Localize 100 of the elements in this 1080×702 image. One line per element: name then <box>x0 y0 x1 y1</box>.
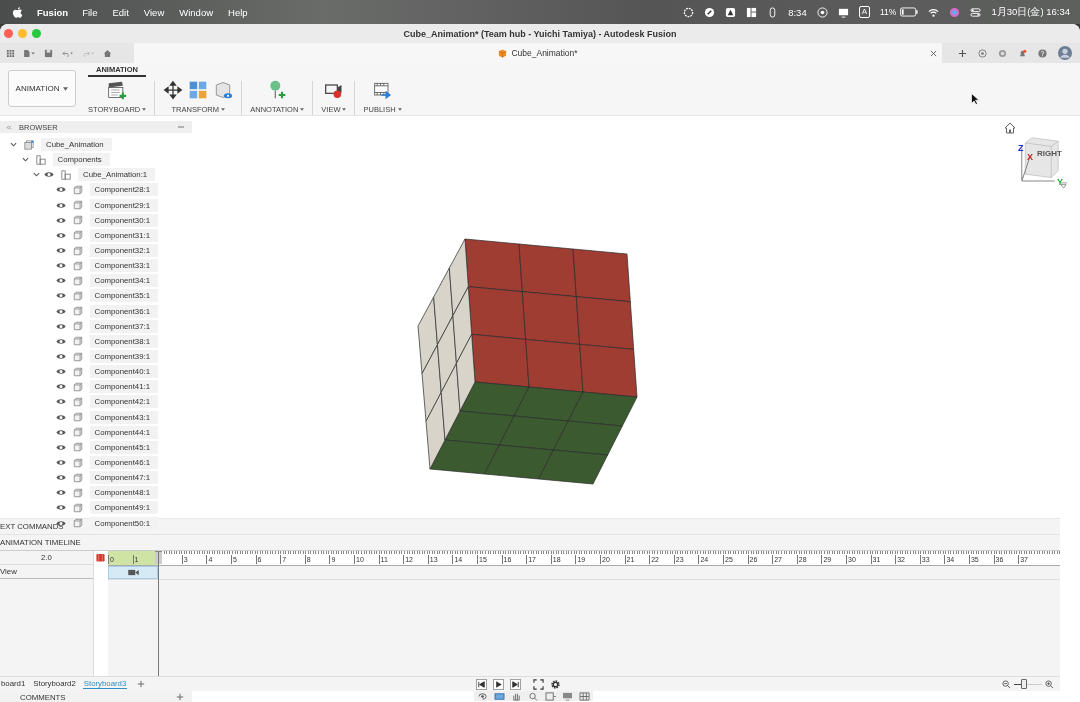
menu-item[interactable]: View <box>143 6 165 18</box>
caret-icon <box>142 108 147 111</box>
component-cube-icon <box>72 290 83 301</box>
eye-icon[interactable] <box>55 247 66 255</box>
eye-icon[interactable] <box>55 489 66 497</box>
help-icon[interactable] <box>1038 48 1047 58</box>
chevron-down-icon[interactable] <box>21 156 29 164</box>
play-icon[interactable] <box>493 678 504 690</box>
eye-icon[interactable] <box>55 459 66 466</box>
eye-icon[interactable] <box>55 368 66 376</box>
home-icon[interactable] <box>103 48 112 58</box>
workspace-dropdown[interactable]: ANIMATION <box>8 70 76 107</box>
eye-icon[interactable] <box>55 307 66 315</box>
file-menu-icon[interactable] <box>23 48 36 58</box>
battery-icon[interactable] <box>900 7 919 17</box>
app-grid-icon[interactable] <box>6 48 15 58</box>
component-cube-icon <box>72 412 83 423</box>
drive-triangle-icon[interactable] <box>725 6 737 18</box>
user-avatar-icon[interactable] <box>1058 46 1072 60</box>
eye-icon[interactable] <box>55 383 66 391</box>
view-cube-face-label[interactable]: RIGHT <box>1037 149 1062 158</box>
wifi-icon[interactable] <box>928 6 940 18</box>
zoom-slider-thumb[interactable] <box>1020 679 1027 689</box>
record-circle-icon[interactable] <box>816 6 828 18</box>
component-cube-icon <box>72 427 83 438</box>
notification-bell-icon[interactable] <box>1018 48 1027 58</box>
zoom-out-icon[interactable] <box>1002 679 1011 689</box>
extensions-icon[interactable] <box>978 48 987 58</box>
eye-icon[interactable] <box>55 292 66 300</box>
fullscreen-icon[interactable] <box>533 678 544 690</box>
add-comment-icon[interactable] <box>176 693 184 701</box>
z-axis-label: Z <box>1018 144 1024 153</box>
eye-icon[interactable] <box>55 413 66 421</box>
add-storyboard-icon[interactable] <box>137 680 146 688</box>
component-cube-icon <box>72 185 83 195</box>
playhead[interactable] <box>155 551 163 676</box>
film-export-icon[interactable] <box>372 80 393 100</box>
menu-item[interactable]: Window <box>179 6 214 18</box>
component-cube-icon <box>72 230 83 241</box>
marker-flag-icon[interactable] <box>96 553 105 562</box>
display-icon[interactable] <box>837 6 849 18</box>
control-center-icon[interactable] <box>970 6 982 18</box>
cube-icon <box>498 48 508 58</box>
component-cube-icon <box>72 442 83 453</box>
eye-icon[interactable] <box>55 201 66 209</box>
eye-icon[interactable] <box>55 398 66 406</box>
status-circle-icon[interactable] <box>704 6 716 18</box>
y-axis-label: Y <box>1057 178 1063 187</box>
eye-icon[interactable] <box>55 337 66 345</box>
eye-icon[interactable] <box>55 428 66 436</box>
eye-icon[interactable] <box>55 277 66 285</box>
pin-add-icon[interactable] <box>267 80 288 100</box>
home-view-icon[interactable] <box>1004 122 1016 134</box>
video-camera-icon <box>127 569 139 576</box>
chevron-down-icon[interactable] <box>33 171 40 179</box>
eye-icon[interactable] <box>55 474 66 482</box>
move-arrows-icon[interactable] <box>163 80 184 100</box>
chevron-down-icon[interactable] <box>10 141 17 149</box>
menu-bar-date-time[interactable]: 1月30日(金) 16:34 <box>991 5 1070 19</box>
skip-to-end-icon[interactable] <box>510 678 521 690</box>
eye-icon[interactable] <box>55 322 66 330</box>
close-window-button[interactable] <box>4 29 13 38</box>
new-tab-plus-icon[interactable] <box>958 48 967 58</box>
settings-icon[interactable] <box>550 678 561 690</box>
eye-icon[interactable] <box>55 443 66 451</box>
app-menu[interactable]: Fusion <box>37 6 69 18</box>
document-tab-label[interactable]: Cube_Animation* <box>511 48 578 58</box>
cube-model-drawing[interactable] <box>417 238 638 485</box>
close-icon[interactable] <box>930 49 937 57</box>
eye-icon[interactable] <box>55 186 66 194</box>
grid-icon[interactable] <box>579 691 590 701</box>
eye-icon[interactable] <box>44 171 54 179</box>
orbit-icon[interactable] <box>477 691 488 701</box>
component-cube-icon <box>72 336 83 347</box>
storyboard-clapper-icon[interactable] <box>107 80 128 100</box>
siri-icon[interactable] <box>949 6 961 18</box>
component-cube-icon <box>72 381 83 392</box>
menu-item[interactable]: Help <box>228 6 248 18</box>
apple-logo-icon[interactable] <box>12 5 23 19</box>
menu-item[interactable]: File <box>82 6 98 18</box>
eye-icon[interactable] <box>55 216 66 224</box>
battery-percentage: 11% <box>880 7 897 17</box>
zoom-icon[interactable] <box>528 691 539 701</box>
menu-bar-clock[interactable]: 8:34 <box>788 6 807 18</box>
zoom-in-icon[interactable] <box>1045 679 1054 689</box>
eye-icon[interactable] <box>55 353 66 361</box>
status-gear-icon[interactable] <box>683 6 695 18</box>
save-icon[interactable] <box>44 48 53 58</box>
eye-icon[interactable] <box>55 262 66 270</box>
eye-icon[interactable] <box>55 231 66 239</box>
menu-item[interactable]: Edit <box>112 6 129 18</box>
skip-to-start-icon[interactable] <box>476 678 487 690</box>
cube-visibility-icon[interactable] <box>213 80 234 100</box>
input-mode-indicator[interactable]: A <box>858 6 870 18</box>
caret-icon <box>63 86 69 91</box>
window-layout-icon[interactable] <box>746 6 758 18</box>
zoom-slider[interactable] <box>1014 681 1042 687</box>
document-tab[interactable]: Cube_Animation* <box>134 43 942 63</box>
eye-icon[interactable] <box>55 504 66 512</box>
component-cube-icon <box>72 472 83 483</box>
